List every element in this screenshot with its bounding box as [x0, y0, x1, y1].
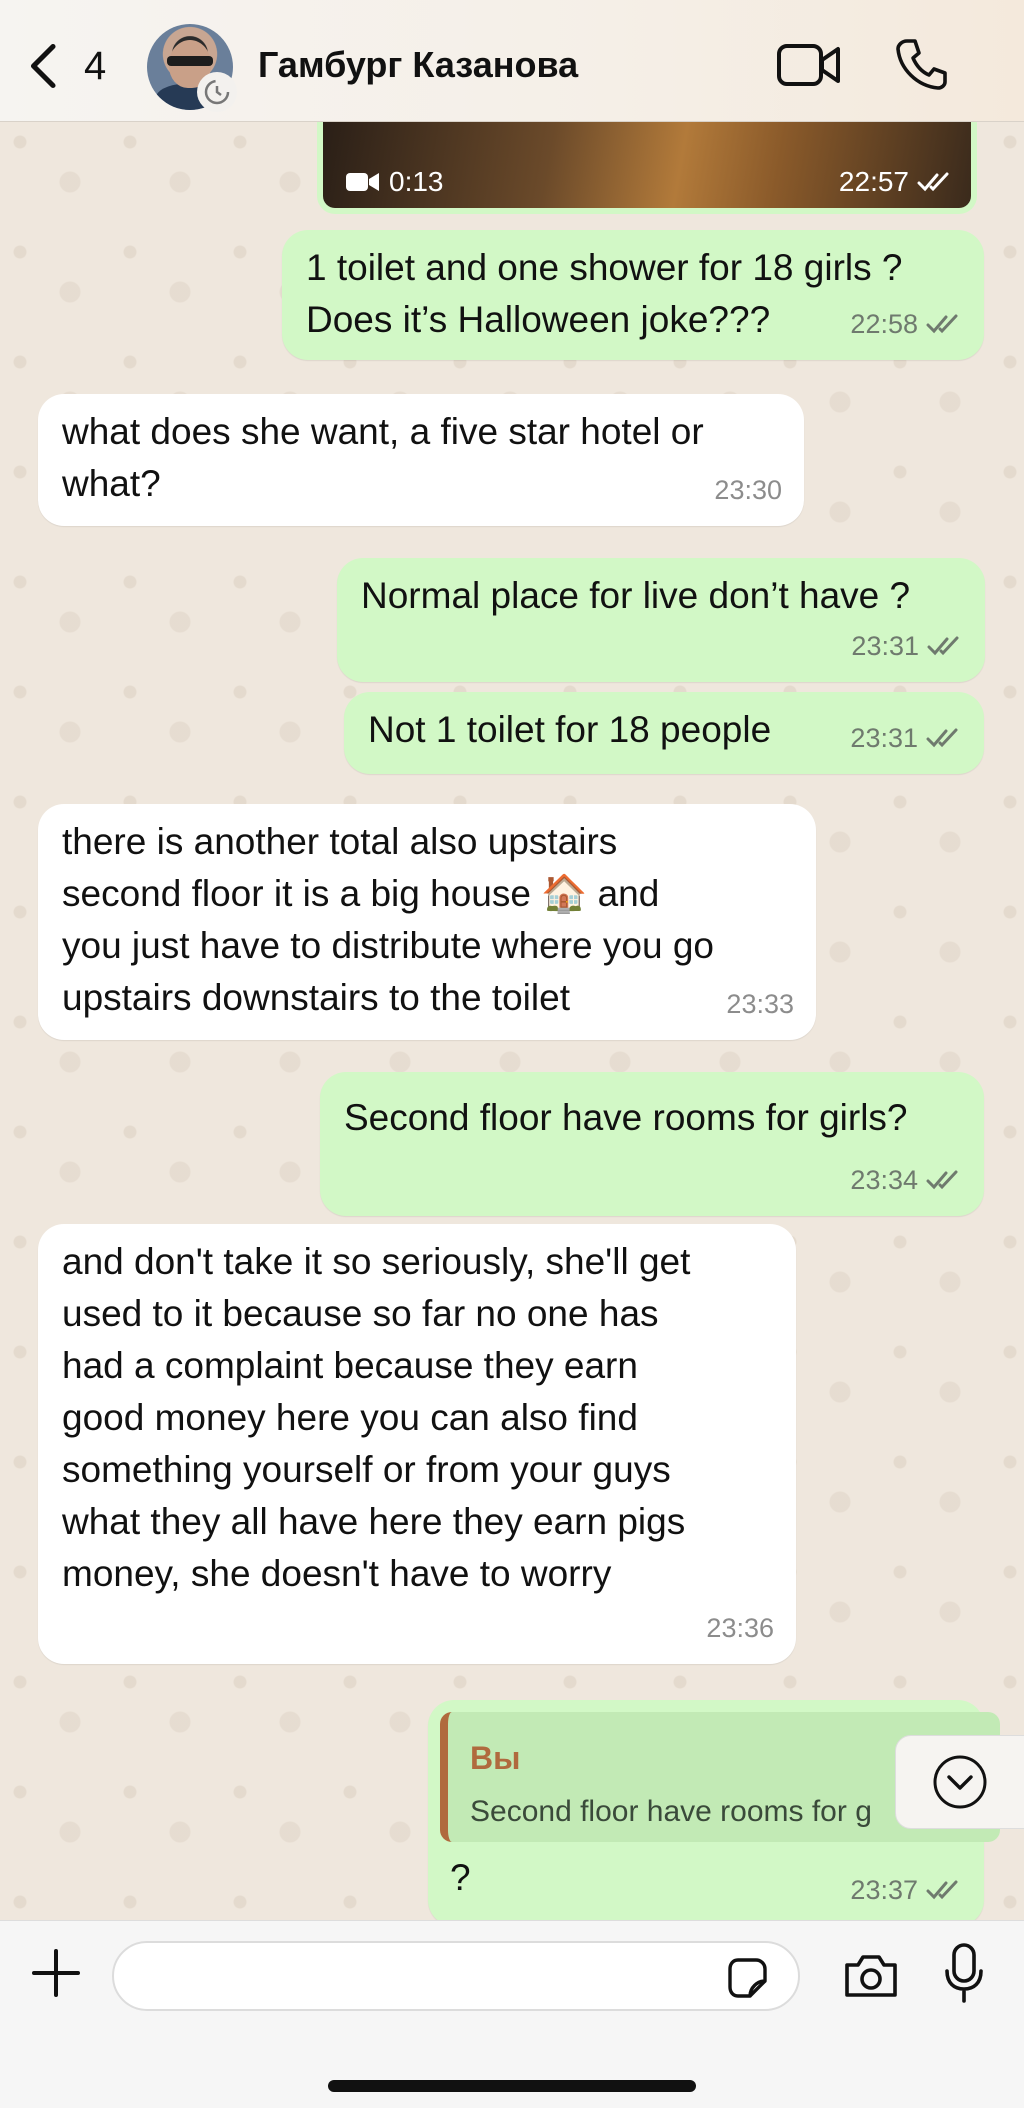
disappearing-timer-icon — [197, 72, 237, 112]
sticker-icon[interactable] — [724, 1955, 770, 2001]
message-incoming[interactable]: what does she want, a five star hotel or… — [38, 394, 804, 526]
message-time: 22:57 — [839, 166, 953, 198]
chevron-down-circle-icon — [933, 1755, 987, 1809]
contact-name[interactable]: Гамбург Казанова — [258, 44, 578, 86]
message-text: what does she want, a five star hotel or… — [62, 411, 704, 504]
chevron-left-icon — [30, 43, 56, 89]
chat-area[interactable]: 0:13 22:57 1 toilet and one shower for 1… — [0, 122, 1024, 1920]
scroll-to-bottom-button[interactable] — [895, 1735, 1024, 1829]
camera-icon[interactable] — [842, 1951, 900, 2001]
message-meta: 22:58 — [850, 298, 962, 350]
message-input[interactable] — [112, 1941, 800, 2011]
message-outgoing[interactable]: Normal place for live don’t have ? 23:31 — [337, 558, 985, 682]
back-button[interactable]: 4 — [26, 36, 116, 96]
unread-count: 4 — [84, 43, 107, 88]
reply-quote-text: Second floor have rooms for g — [470, 1795, 872, 1828]
message-incoming[interactable]: there is another total also upstairs sec… — [38, 804, 816, 1040]
chat-header: 4 Гамбург Казанова — [0, 0, 1024, 122]
read-ticks-icon — [926, 1170, 958, 1190]
home-indicator — [328, 2080, 696, 2092]
video-message[interactable]: 0:13 22:57 — [317, 122, 977, 214]
message-meta: 23:30 — [714, 475, 782, 505]
message-meta: 23:31 — [850, 712, 962, 764]
video-camera-icon[interactable] — [776, 40, 842, 90]
read-ticks-icon — [926, 1880, 958, 1900]
phone-icon[interactable] — [893, 36, 949, 92]
reply-author: Вы — [470, 1740, 521, 1776]
read-ticks-icon — [926, 728, 958, 748]
message-outgoing[interactable]: Not 1 toilet for 18 people 23:31 — [344, 692, 984, 774]
message-meta: 23:36 — [706, 1613, 774, 1643]
message-text: Second floor have rooms for girls? — [344, 1097, 908, 1138]
message-outgoing[interactable]: 1 toilet and one shower for 18 girls ? D… — [282, 230, 984, 360]
input-bar — [0, 1920, 1024, 2108]
message-text: and don't take it so seriously, she'll g… — [62, 1241, 691, 1594]
message-outgoing[interactable]: Second floor have rooms for girls? 23:34 — [320, 1072, 984, 1216]
read-ticks-icon — [926, 314, 958, 334]
message-text: there is another total also upstairs sec… — [62, 821, 714, 1018]
video-duration: 0:13 — [345, 166, 444, 198]
message-meta: 23:31 — [851, 620, 963, 672]
message-incoming[interactable]: and don't take it so seriously, she'll g… — [38, 1224, 796, 1664]
plus-icon[interactable] — [30, 1947, 82, 1999]
message-meta: 23:34 — [850, 1154, 962, 1206]
message-meta: 23:33 — [726, 989, 794, 1019]
read-ticks-icon — [927, 636, 959, 656]
video-camera-icon — [346, 173, 379, 191]
read-ticks-icon — [917, 172, 949, 192]
microphone-icon[interactable] — [944, 1943, 984, 2005]
message-text: Normal place for live don’t have ? — [361, 575, 911, 616]
message-text: ? — [450, 1857, 471, 1898]
message-meta: 23:37 — [850, 1864, 962, 1916]
